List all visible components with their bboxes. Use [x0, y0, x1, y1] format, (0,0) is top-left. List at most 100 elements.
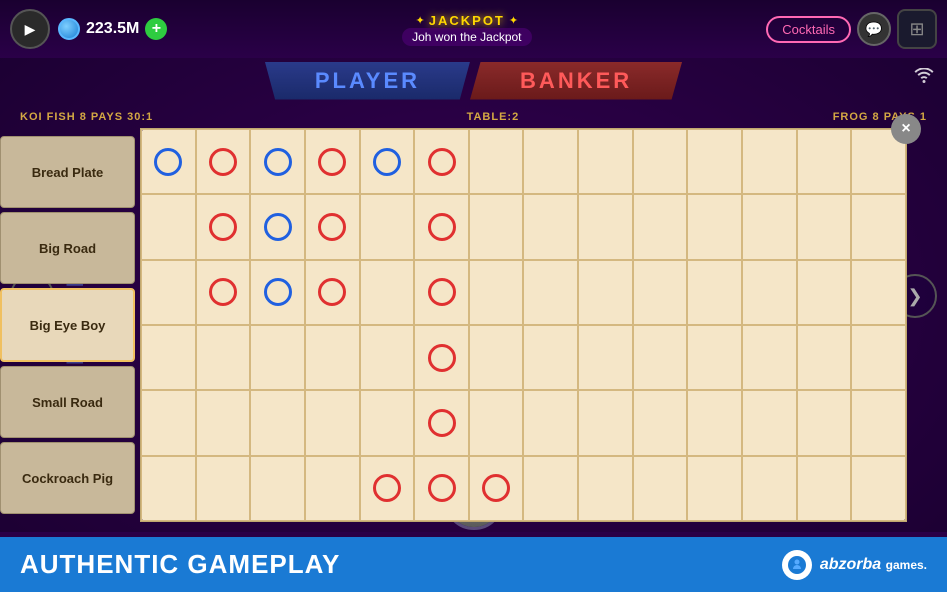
grid-cell	[414, 129, 469, 194]
grid-cell	[414, 194, 469, 259]
close-button[interactable]: ×	[891, 114, 921, 144]
circle-blue	[264, 148, 292, 176]
chat-button[interactable]: 💬	[857, 12, 891, 46]
grid-cell	[305, 390, 360, 455]
grid-cell	[851, 456, 906, 521]
wifi-icon	[913, 68, 935, 89]
grid-cell	[742, 325, 797, 390]
brand-suffix: games.	[886, 558, 927, 572]
grid-cell	[250, 129, 305, 194]
grid-cell	[196, 260, 251, 325]
grid-cell	[633, 456, 688, 521]
road-map-panel: × Bread Plate Big Road Big Eye Boy Small…	[140, 128, 907, 522]
big-road-label: Big Road	[39, 241, 96, 256]
grid-cell	[360, 325, 415, 390]
menu-item-cockroach-pig[interactable]: Cockroach Pig	[0, 442, 135, 514]
right-arrow-icon: ❯	[907, 286, 922, 307]
grid-cell	[196, 194, 251, 259]
footer-text: AUTHENTIC GAMEPLAY	[20, 549, 340, 580]
menu-item-bread-plate[interactable]: Bread Plate	[0, 136, 135, 208]
grid-cell	[797, 456, 852, 521]
grid-cell	[469, 194, 524, 259]
circle-red	[428, 344, 456, 372]
menu-item-big-road[interactable]: Big Road	[0, 212, 135, 284]
menu-item-small-road[interactable]: Small Road	[0, 366, 135, 438]
circle-red	[428, 148, 456, 176]
circle-red	[428, 278, 456, 306]
grid-cell	[414, 456, 469, 521]
grid-cell	[797, 325, 852, 390]
grid-cell	[250, 390, 305, 455]
brand-text: abzorba games.	[820, 556, 927, 574]
banker-label: BANKER	[520, 68, 632, 93]
grid-cell	[196, 390, 251, 455]
grid-cell	[414, 325, 469, 390]
grid-button[interactable]: ⊞	[897, 9, 937, 49]
grid-cell	[414, 260, 469, 325]
circle-blue	[154, 148, 182, 176]
grid-cell	[141, 456, 196, 521]
circle-red	[209, 213, 237, 241]
grid-cell	[141, 390, 196, 455]
grid-cell	[687, 390, 742, 455]
grid-cell	[687, 456, 742, 521]
grid-cell	[633, 325, 688, 390]
grid-cell	[360, 456, 415, 521]
grid-cell	[196, 129, 251, 194]
grid-cell	[469, 390, 524, 455]
circle-red	[209, 148, 237, 176]
cocktails-button[interactable]: Cocktails	[766, 16, 851, 43]
circle-red	[482, 474, 510, 502]
coin-amount: 223.5M	[86, 20, 139, 38]
grid-cell	[578, 194, 633, 259]
grid-cell	[687, 129, 742, 194]
play-icon: ▶	[25, 21, 36, 38]
jackpot-area: ✦ JACKPOT ✦ Joh won the Jackpot	[167, 13, 766, 46]
grid-cell	[742, 390, 797, 455]
grid-cell	[196, 456, 251, 521]
grid-cell	[250, 194, 305, 259]
grid-cell	[687, 194, 742, 259]
grid-cell	[360, 260, 415, 325]
grid-cell	[141, 129, 196, 194]
cockroach-pig-label: Cockroach Pig	[22, 471, 113, 486]
grid-cell	[797, 129, 852, 194]
grid-cell	[578, 129, 633, 194]
grid-cell	[414, 390, 469, 455]
grid-cell	[469, 260, 524, 325]
grid-cell	[250, 260, 305, 325]
grid-cell	[633, 390, 688, 455]
grid-cell	[633, 194, 688, 259]
grid-cell	[360, 129, 415, 194]
jackpot-star-right: ✦	[509, 14, 518, 27]
grid-cell	[742, 194, 797, 259]
circle-red	[209, 278, 237, 306]
add-coins-button[interactable]: +	[145, 18, 167, 40]
grid-cell	[742, 260, 797, 325]
grid-cell	[523, 260, 578, 325]
grid-cell	[523, 456, 578, 521]
circle-red	[373, 474, 401, 502]
player-label: PLAYER	[315, 68, 420, 93]
menu-item-big-eye-boy[interactable]: Big Eye Boy	[0, 288, 135, 362]
grid-cell	[578, 456, 633, 521]
play-button[interactable]: ▶	[10, 9, 50, 49]
grid-cell	[687, 260, 742, 325]
grid-cell	[523, 194, 578, 259]
brand-name: abzorba	[820, 556, 881, 573]
grid-cell	[305, 129, 360, 194]
top-bar: ▶ 223.5M + ✦ JACKPOT ✦ Joh won the Jackp…	[0, 0, 947, 58]
grid-cell	[305, 456, 360, 521]
jackpot-star-left: ✦	[416, 14, 425, 27]
grid-cell	[360, 194, 415, 259]
table-info-bar: KOI FISH 8 PAYS 30:1 TABLE:2 FROG 8 PAYS…	[0, 103, 947, 131]
grid-cell	[141, 194, 196, 259]
circle-red	[318, 213, 346, 241]
grid-cell	[851, 325, 906, 390]
abzorba-icon	[782, 550, 812, 580]
grid-cell	[469, 129, 524, 194]
grid-cell	[742, 129, 797, 194]
grid-cell	[305, 325, 360, 390]
circle-red	[318, 148, 346, 176]
chat-icon: 💬	[865, 21, 882, 38]
